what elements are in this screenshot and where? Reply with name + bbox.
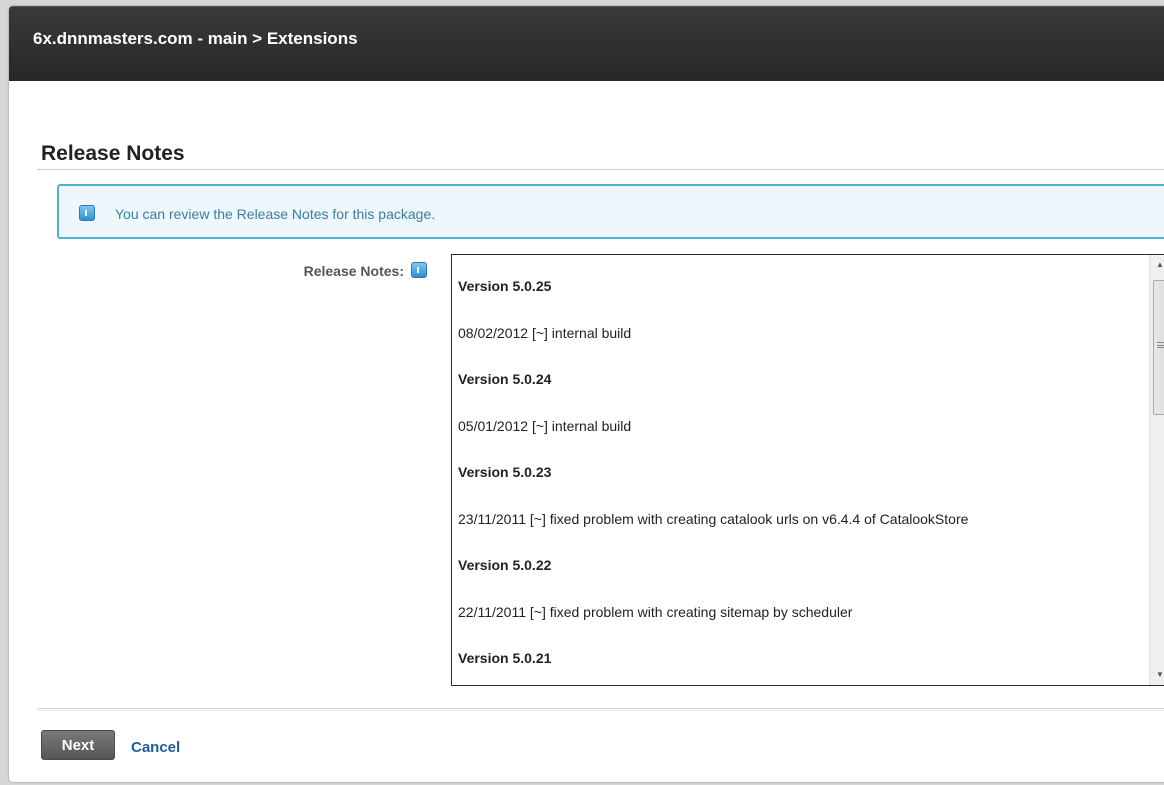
scroll-thumb[interactable] — [1153, 280, 1164, 415]
release-note-item: 08/02/2012 [~] internal build — [458, 324, 632, 341]
info-message: You can review the Release Notes for thi… — [57, 184, 1164, 239]
cancel-link[interactable]: Cancel — [131, 739, 180, 756]
version-heading: Version 5.0.25 — [458, 278, 552, 294]
release-notes-textarea[interactable]: Version 5.0.25 08/02/2012 [~] internal bu… — [451, 254, 1164, 686]
version-heading: Version 5.0.21 — [458, 650, 552, 666]
dialog-title: 6x.dnnmasters.com - main > Extensions — [33, 29, 358, 48]
version-heading: Version 5.0.23 — [458, 464, 552, 480]
help-icon[interactable] — [411, 262, 427, 278]
release-notes-content: Version 5.0.25 08/02/2012 [~] internal bu… — [458, 278, 1139, 685]
release-notes-label: Release Notes: — [303, 263, 404, 279]
arrow-up-icon[interactable]: ▲ — [1150, 255, 1164, 275]
version-heading: Version 5.0.22 — [458, 557, 552, 573]
info-text: You can review the Release Notes for thi… — [115, 206, 436, 222]
footer-divider — [37, 708, 1164, 711]
next-button[interactable]: Next — [41, 730, 115, 760]
section-divider — [37, 169, 1164, 170]
version-heading: Version 5.0.24 — [458, 371, 552, 387]
section-title: Release Notes — [41, 142, 185, 165]
release-note-item: 22/11/2011 [~] fixed problem with creati… — [458, 603, 853, 620]
vertical-scrollbar[interactable]: ▲ ▼ — [1149, 255, 1164, 685]
info-icon — [79, 205, 95, 221]
release-note-item: 05/01/2012 [~] internal build — [458, 417, 632, 434]
grip-icon — [1157, 342, 1164, 348]
release-note-item: 23/11/2011 [~] fixed problem with creati… — [458, 510, 969, 527]
dialog-titlebar[interactable]: 6x.dnnmasters.com - main > Extensions — [9, 6, 1164, 81]
extensions-dialog: 6x.dnnmasters.com - main > Extensions Re… — [9, 6, 1164, 782]
arrow-down-icon[interactable]: ▼ — [1150, 665, 1164, 685]
